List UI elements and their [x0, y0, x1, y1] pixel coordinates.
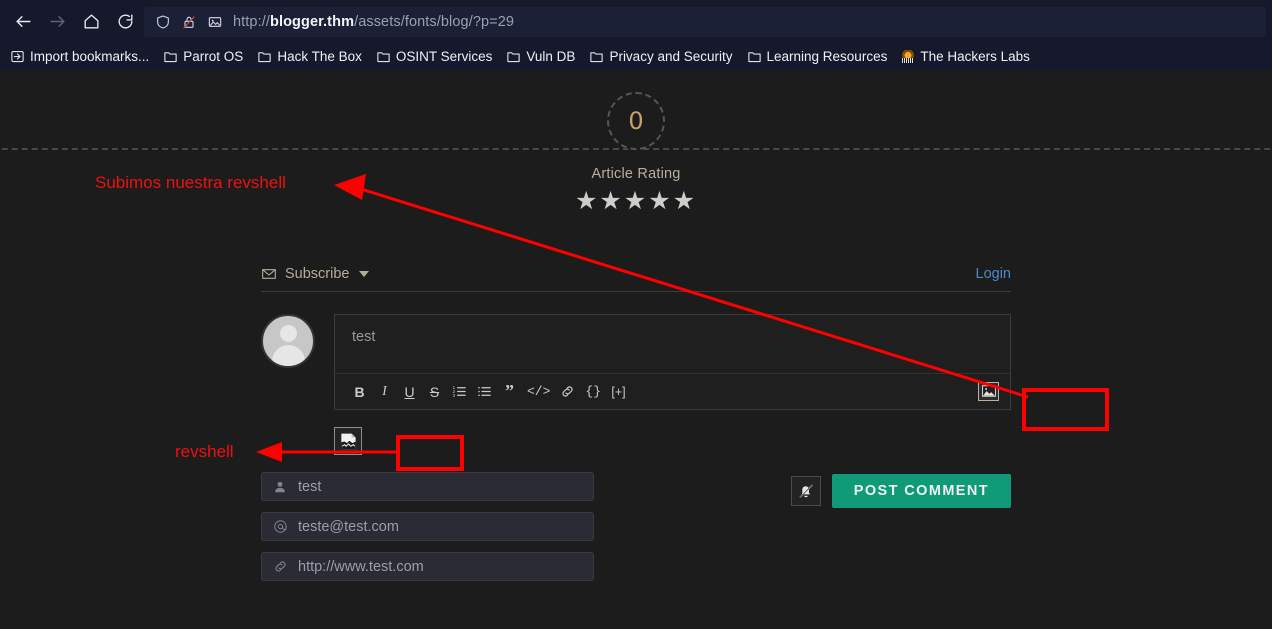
lock-crossed-icon[interactable]	[176, 9, 202, 35]
shield-icon[interactable]	[150, 9, 176, 35]
bell-off-icon[interactable]	[791, 476, 821, 506]
url-scheme: http://	[233, 14, 270, 30]
comment-form-row: test teste@test.com http://www.test.com	[261, 472, 1011, 592]
reload-icon[interactable]	[108, 5, 142, 39]
ordered-list-button[interactable]: 123	[452, 380, 467, 404]
bookmark-label: The Hackers Labs	[920, 49, 1030, 64]
bookmark-label: Hack The Box	[277, 49, 362, 64]
bookmark-osint-services[interactable]: OSINT Services	[370, 47, 499, 66]
spoiler-button[interactable]: {}	[585, 380, 601, 404]
comment-textarea[interactable]: test	[335, 315, 1010, 373]
at-icon	[273, 519, 290, 534]
image-upload-button[interactable]	[978, 382, 999, 401]
bookmark-the-hackers-labs[interactable]: The Hackers Labs	[895, 47, 1036, 66]
source-button[interactable]: [+]	[611, 380, 626, 404]
link-icon	[273, 559, 290, 574]
author-name-value: test	[290, 479, 321, 495]
bookmark-label: Learning Resources	[767, 49, 888, 64]
rating-stars[interactable]: ★★★★★	[261, 189, 1011, 214]
annotation-revshell-upload: Subimos nuestra revshell	[95, 173, 286, 193]
bookmark-privacy-and-security[interactable]: Privacy and Security	[583, 47, 738, 66]
site-favicon-icon	[901, 50, 915, 64]
forward-icon	[40, 5, 74, 39]
folder-icon	[257, 49, 272, 64]
folder-icon	[376, 49, 391, 64]
underline-button[interactable]: U	[402, 380, 417, 404]
rating-value: 0	[628, 109, 643, 133]
bookmark-label: Vuln DB	[526, 49, 575, 64]
author-email-field[interactable]: teste@test.com	[261, 512, 594, 541]
url-path: /assets/fonts/blog/?p=29	[354, 14, 514, 30]
browser-chrome: http://blogger.thm/assets/fonts/blog/?p=…	[0, 0, 1272, 70]
content-column: 0 Article Rating ★★★★★ Subscribe Login t…	[261, 70, 1011, 592]
broken-image-icon[interactable]	[334, 427, 362, 455]
blockquote-button[interactable]: ”	[502, 380, 517, 404]
bookmark-learning-resources[interactable]: Learning Resources	[741, 47, 894, 66]
bookmarks-bar: Import bookmarks... Parrot OS Hack The B…	[0, 43, 1272, 70]
strikethrough-button[interactable]: S	[427, 380, 442, 404]
url-bar[interactable]: http://blogger.thm/assets/fonts/blog/?p=…	[144, 7, 1266, 37]
login-link[interactable]: Login	[976, 266, 1011, 282]
author-email-value: teste@test.com	[290, 519, 399, 535]
bookmark-label: OSINT Services	[396, 49, 493, 64]
home-icon[interactable]	[74, 5, 108, 39]
folder-icon	[163, 49, 178, 64]
folder-icon	[589, 49, 604, 64]
rating-label: Article Rating	[261, 166, 1011, 182]
author-name-field[interactable]: test	[261, 472, 594, 501]
code-button[interactable]: </>	[527, 380, 550, 404]
bookmark-vuln-db[interactable]: Vuln DB	[500, 47, 581, 66]
bookmark-hack-the-box[interactable]: Hack The Box	[251, 47, 368, 66]
comment-editor-area: test B I U S 123 ” </>	[261, 314, 1011, 410]
bookmark-import-bookmarks[interactable]: Import bookmarks...	[4, 47, 155, 66]
user-icon	[273, 480, 290, 494]
link-button[interactable]	[560, 380, 575, 404]
svg-text:3: 3	[453, 393, 456, 398]
url-text: http://blogger.thm/assets/fonts/blog/?p=…	[228, 14, 514, 30]
bookmark-parrot-os[interactable]: Parrot OS	[157, 47, 249, 66]
author-fields: test teste@test.com http://www.test.com	[261, 472, 594, 592]
bookmark-label: Parrot OS	[183, 49, 243, 64]
url-host: blogger.thm	[270, 14, 354, 30]
subscribe-row: Subscribe Login	[261, 266, 1011, 292]
avatar	[261, 314, 315, 368]
chevron-down-icon[interactable]	[359, 271, 369, 277]
editor-toolbar: B I U S 123 ” </> {} [+]	[335, 373, 1010, 409]
author-website-value: http://www.test.com	[290, 559, 424, 575]
image-permission-icon[interactable]	[202, 9, 228, 35]
import-icon	[10, 49, 25, 64]
bold-button[interactable]: B	[352, 380, 367, 404]
comment-textarea-wrapper[interactable]: test B I U S 123 ” </>	[334, 314, 1011, 410]
back-icon[interactable]	[6, 5, 40, 39]
subscribe-button[interactable]: Subscribe	[261, 266, 369, 282]
bookmark-label: Import bookmarks...	[30, 49, 149, 64]
italic-button[interactable]: I	[377, 380, 392, 404]
bookmark-label: Privacy and Security	[609, 49, 732, 64]
envelope-icon	[261, 266, 277, 282]
rating-circle: 0	[607, 92, 665, 150]
submit-area: POST COMMENT	[791, 472, 1011, 508]
article-rating-block: 0 Article Rating ★★★★★	[261, 70, 1011, 214]
page-body: 0 Article Rating ★★★★★ Subscribe Login t…	[0, 70, 1272, 629]
post-comment-button[interactable]: POST COMMENT	[832, 474, 1011, 508]
subscribe-label: Subscribe	[285, 266, 349, 282]
unordered-list-button[interactable]	[477, 380, 492, 404]
author-website-field[interactable]: http://www.test.com	[261, 552, 594, 581]
highlight-box-upload-button	[1022, 388, 1109, 431]
navigation-toolbar: http://blogger.thm/assets/fonts/blog/?p=…	[0, 0, 1272, 43]
folder-icon	[506, 49, 521, 64]
attachment-row	[261, 424, 1011, 458]
folder-icon	[747, 49, 762, 64]
annotation-revshell-file: revshell	[175, 442, 234, 462]
